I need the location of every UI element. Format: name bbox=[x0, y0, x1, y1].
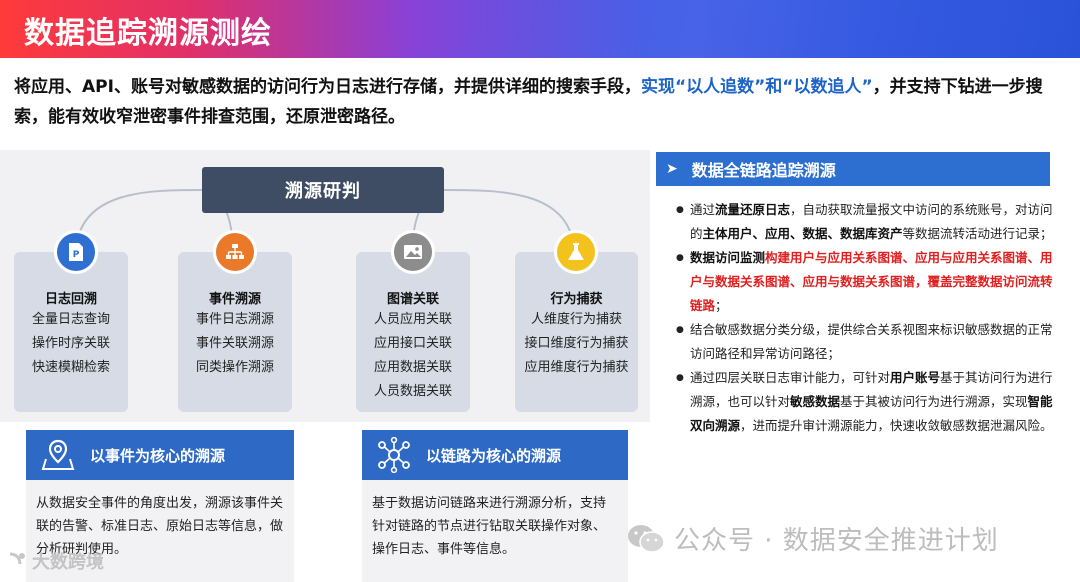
list-item: 应用接口关联 bbox=[373, 336, 452, 351]
arrow-icon: ➤ bbox=[666, 161, 678, 177]
box-header: 以链路为核心的溯源 bbox=[362, 430, 628, 480]
right-body: 通过流量还原日志，自动获取流量报文中访问的系统账号，对访问的主体用户、应用、数据… bbox=[676, 198, 1056, 438]
map-pin-icon bbox=[41, 439, 75, 470]
list-item: 全量日志查询 bbox=[31, 312, 110, 327]
box-body: 基于数据访问链路来进行溯源分析，支持针对链路的节点进行钻取关联操作对象、操作日志… bbox=[362, 480, 628, 582]
link-core-box: 以链路为核心的溯源 基于数据访问链路来进行溯源分析，支持针对链路的节点进行钻取关… bbox=[362, 430, 628, 582]
flask-icon bbox=[557, 233, 595, 271]
box-title: 以事件为核心的溯源 bbox=[90, 446, 226, 465]
list-item: 接口维度行为捕获 bbox=[524, 336, 629, 351]
image-icon bbox=[394, 233, 432, 271]
svg-text:P: P bbox=[73, 250, 80, 260]
card-title: 日志回溯 bbox=[44, 292, 97, 307]
list-item: 快速模糊检索 bbox=[31, 360, 110, 375]
list-item: 事件日志溯源 bbox=[195, 312, 274, 327]
center-box: 溯源研判 bbox=[202, 167, 444, 213]
card-title: 行为捕获 bbox=[550, 292, 603, 307]
intro-text-1: 将应用、API、账号对敏感数据的访问行为日志进行存储，并提供详细的搜索手段， bbox=[14, 77, 641, 97]
card-behavior-capture: 行为捕获 人维度行为捕获 接口维度行为捕获 应用维度行为捕获 bbox=[515, 252, 638, 412]
document-icon: P bbox=[57, 233, 95, 271]
page-title: 数据追踪溯源测绘 bbox=[24, 16, 272, 51]
box-title: 以链路为核心的溯源 bbox=[426, 446, 562, 465]
watermark-left-text: 大数跨境 bbox=[32, 552, 104, 573]
watermark-right: 公众号 · 数据安全推进计划 bbox=[626, 520, 999, 557]
list-item: 人员数据关联 bbox=[373, 384, 452, 399]
card-event-trace: 事件溯源 事件日志溯源 事件关联溯源 同类操作溯源 bbox=[178, 252, 292, 412]
bullet-2: 数据访问监测构建用户与应用关系图谱、应用与应用关系图谱、用户与数据关系图谱、应用… bbox=[676, 246, 1056, 318]
card-graph-link: 图谱关联 人员应用关联 应用接口关联 应用数据关联 人员数据关联 bbox=[356, 252, 470, 412]
list-item: 人维度行为捕获 bbox=[530, 312, 622, 327]
list-item: 操作时序关联 bbox=[31, 336, 110, 351]
brand-logo-icon bbox=[9, 552, 25, 565]
intro-paragraph: 将应用、API、账号对敏感数据的访问行为日志进行存储，并提供详细的搜索手段，实现… bbox=[14, 72, 1064, 132]
list-item: 应用数据关联 bbox=[373, 360, 452, 375]
watermark-text: 公众号 · 数据安全推进计划 bbox=[674, 526, 999, 556]
title-banner: 数据追踪溯源测绘 bbox=[0, 0, 1080, 58]
card-title: 事件溯源 bbox=[208, 292, 261, 307]
intro-highlight: 实现“以人追数”和“以数追人” bbox=[640, 77, 873, 97]
box-header: 以事件为核心的溯源 bbox=[26, 430, 294, 480]
right-heading: ➤ 数据全链路追踪溯源 bbox=[656, 152, 1050, 186]
wechat-icon bbox=[628, 524, 665, 553]
bullet-4: 通过四层关联日志审计能力，可针对用户账号基于其访问行为进行溯源，也可以针对敏感数… bbox=[676, 366, 1056, 438]
card-title: 图谱关联 bbox=[386, 292, 439, 307]
watermark-left: 大数跨境 bbox=[6, 548, 104, 574]
card-log-trace: 日志回溯 全量日志查询 操作时序关联 快速模糊检索 bbox=[14, 252, 128, 412]
list-item: 同类操作溯源 bbox=[195, 360, 274, 375]
right-heading-title: 数据全链路追踪溯源 bbox=[691, 161, 836, 180]
list-item: 应用维度行为捕获 bbox=[524, 360, 629, 375]
list-item: 事件关联溯源 bbox=[195, 336, 274, 351]
list-item: 人员应用关联 bbox=[373, 312, 452, 327]
network-icon bbox=[378, 437, 410, 473]
bullet-1: 通过流量还原日志，自动获取流量报文中访问的系统账号，对访问的主体用户、应用、数据… bbox=[676, 198, 1056, 246]
bullet-3: 结合敏感数据分类分级，提供综合关系视图来标识敏感数据的正常访问路径和异常访问路径… bbox=[676, 318, 1056, 366]
hierarchy-icon bbox=[216, 233, 254, 271]
